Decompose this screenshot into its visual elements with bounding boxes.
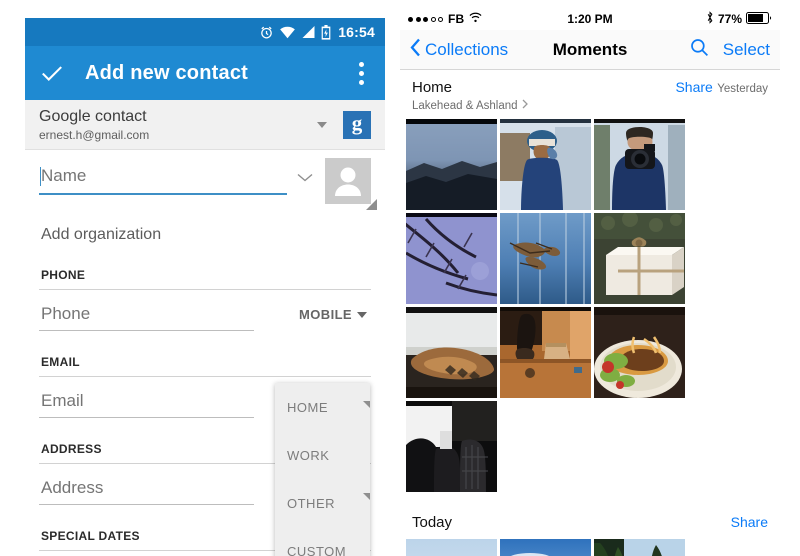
name-row	[39, 150, 377, 210]
status-right: 77%	[613, 11, 772, 27]
section-label-phone: PHONE	[39, 244, 371, 290]
phone-type-selector[interactable]: MOBILE	[299, 307, 371, 322]
caret-icon	[363, 493, 370, 500]
moment-title: Today	[412, 514, 453, 531]
wifi-icon	[469, 12, 482, 26]
status-left: FB	[408, 12, 567, 26]
share-button[interactable]: Share	[675, 79, 712, 95]
moment-location-label: Lakehead & Ashland	[412, 99, 518, 112]
moment-title-block: Home Lakehead & Ashland	[412, 79, 675, 112]
photo-thumbnail[interactable]	[406, 401, 497, 492]
dropdown-label: HOME	[287, 399, 328, 415]
phone-field-row: MOBILE	[39, 290, 371, 331]
check-icon[interactable]	[39, 60, 65, 86]
phone-type-label: MOBILE	[299, 307, 352, 322]
dropdown-label: CUSTOM	[287, 543, 347, 556]
photo-thumbnail[interactable]	[500, 307, 591, 398]
ios-nav-bar: Collections Moments Select	[400, 30, 780, 70]
dropdown-item-other[interactable]: OTHER	[275, 479, 370, 527]
moment-date: Yesterday	[717, 83, 768, 95]
android-clock: 16:54	[338, 24, 375, 40]
battery-icon	[746, 11, 772, 27]
dropdown-item-work[interactable]: WORK	[275, 431, 370, 479]
alarm-icon	[259, 25, 274, 40]
nav-title: Moments	[552, 39, 628, 59]
dropdown-label: WORK	[287, 447, 330, 463]
battery-percent: 77%	[717, 12, 743, 26]
ios-photos-screen: FB 1:20 PM 77% Collections Moments Selec…	[400, 8, 780, 556]
address-input[interactable]	[39, 478, 254, 505]
android-app-bar: Add new contact	[25, 46, 385, 100]
photo-thumbnail[interactable]	[406, 539, 497, 556]
moment-header-today: Today Share	[400, 492, 780, 539]
account-selector[interactable]: Google contact ernest.h@gmail.com g	[25, 100, 385, 150]
moment-meta-block: Share	[731, 514, 768, 532]
photo-thumbnail[interactable]	[406, 119, 497, 210]
photo-thumbnail[interactable]	[594, 213, 685, 304]
phone-input[interactable]	[39, 304, 254, 331]
dropdown-label: OTHER	[287, 495, 335, 511]
dropdown-item-home[interactable]: HOME	[275, 383, 370, 431]
text-caret	[40, 167, 41, 186]
back-label: Collections	[425, 39, 509, 59]
name-input-wrap	[39, 166, 287, 195]
photo-thumbnail[interactable]	[500, 539, 591, 556]
section-label-email: EMAIL	[39, 331, 371, 377]
photo-thumbnail[interactable]	[594, 539, 685, 556]
signal-dots-icon	[408, 16, 443, 22]
name-input[interactable]	[39, 166, 287, 195]
battery-icon	[321, 24, 331, 40]
avatar[interactable]	[325, 158, 377, 210]
photo-thumbnail[interactable]	[500, 213, 591, 304]
google-badge: g	[343, 110, 371, 139]
photo-thumbnail[interactable]	[500, 119, 591, 210]
photo-thumbnail[interactable]	[406, 213, 497, 304]
chevron-right-icon	[522, 99, 528, 112]
overflow-menu-icon[interactable]	[359, 61, 365, 85]
avatar-corner-fold	[366, 199, 377, 210]
photo-grid-home	[400, 119, 780, 492]
wifi-icon	[279, 25, 296, 39]
moment-meta-block: Share Yesterday	[675, 79, 768, 97]
page-title: Add new contact	[85, 61, 249, 84]
caret-icon	[363, 401, 370, 408]
search-icon[interactable]	[690, 38, 709, 62]
photo-thumbnail[interactable]	[406, 307, 497, 398]
account-email: ernest.h@gmail.com	[39, 127, 150, 142]
add-organization-button[interactable]: Add organization	[39, 204, 371, 244]
person-icon	[325, 158, 371, 209]
share-button[interactable]: Share	[731, 514, 768, 530]
bluetooth-icon	[706, 11, 714, 27]
chevron-down-icon[interactable]	[317, 121, 327, 128]
signal-icon	[301, 25, 316, 39]
chevron-down-icon[interactable]	[295, 170, 315, 189]
moment-title-block: Today	[412, 514, 731, 532]
caret-down-icon	[357, 311, 367, 318]
moment-location[interactable]: Lakehead & Ashland	[412, 99, 675, 112]
back-button[interactable]: Collections	[410, 38, 553, 62]
account-name: Google contact	[39, 107, 147, 125]
moment-title: Home	[412, 79, 453, 96]
android-status-bar: 16:54	[25, 18, 385, 46]
chevron-left-icon	[410, 38, 421, 62]
photo-thumbnail[interactable]	[594, 119, 685, 210]
photo-thumbnail[interactable]	[594, 307, 685, 398]
type-dropdown-menu[interactable]: HOME WORK OTHER CUSTOM	[275, 383, 370, 556]
carrier-label: FB	[448, 12, 465, 26]
email-input[interactable]	[39, 391, 254, 418]
android-contact-screen: 16:54 Add new contact Google contact ern…	[25, 18, 385, 556]
photo-grid-today	[400, 539, 780, 556]
dropdown-item-custom[interactable]: CUSTOM	[275, 527, 370, 556]
nav-actions: Select	[627, 38, 770, 62]
ios-status-bar: FB 1:20 PM 77%	[400, 8, 780, 30]
screenshot-root: 16:54 Add new contact Google contact ern…	[0, 0, 800, 556]
select-button[interactable]: Select	[723, 40, 770, 60]
moment-header-home: Home Lakehead & Ashland Share Yesterday	[400, 70, 780, 119]
ios-clock: 1:20 PM	[567, 12, 613, 26]
account-text: Google contact ernest.h@gmail.com	[39, 107, 317, 143]
